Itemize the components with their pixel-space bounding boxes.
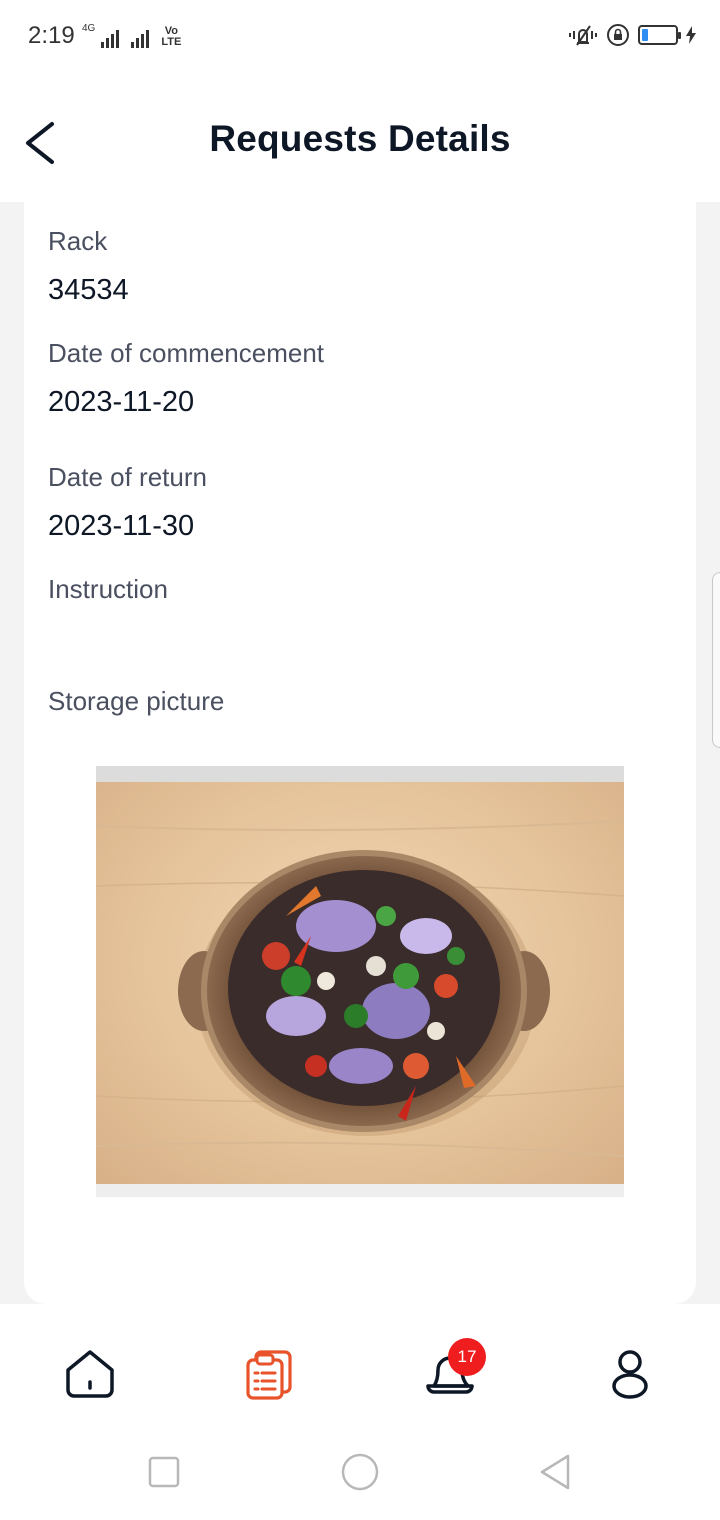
instruction-label: Instruction: [48, 574, 168, 604]
nav-home[interactable]: [60, 1342, 120, 1402]
scroll-indicator[interactable]: [712, 572, 720, 748]
back-triangle-icon: [540, 1454, 570, 1490]
storage-picture[interactable]: [96, 766, 624, 1197]
user-icon: [612, 1350, 648, 1399]
rack-value: 34534: [48, 274, 129, 306]
recent-apps-button[interactable]: [142, 1450, 186, 1494]
signal-icon: [101, 30, 120, 48]
home-system-button[interactable]: [338, 1450, 382, 1494]
vibrate-icon: [569, 25, 597, 46]
rack-label: Rack: [48, 226, 108, 256]
commencement-label: Date of commencement: [48, 338, 325, 368]
status-icons-right: [568, 22, 696, 48]
volte-icon: Vo LTE: [161, 26, 181, 48]
network-type: 4G: [82, 23, 96, 34]
home-icon: [66, 1350, 114, 1398]
status-time: 2:19: [28, 22, 75, 49]
bottom-nav: 17: [0, 1304, 720, 1422]
return-label: Date of return: [48, 462, 207, 492]
back-system-button[interactable]: [534, 1450, 578, 1494]
return-value: 2023-11-30: [48, 510, 195, 542]
volte-bottom: LTE: [161, 36, 182, 48]
status-bar: 2:19 4G Vo LTE: [0, 0, 720, 74]
storage-picture-label: Storage picture: [48, 686, 225, 716]
clipboard-list-icon: [246, 1350, 292, 1400]
request-details-card: Rack 34534 Date of commencement 2023-11-…: [24, 202, 696, 1304]
nav-requests[interactable]: [240, 1342, 300, 1402]
recent-apps-icon: [148, 1456, 180, 1488]
nav-profile[interactable]: [600, 1342, 660, 1402]
commencement-value: 2023-11-20: [48, 386, 195, 418]
home-circle-icon: [341, 1453, 379, 1491]
salad-bowl-image: [96, 766, 624, 1197]
charging-icon: [686, 26, 696, 44]
system-nav-bar: [0, 1422, 720, 1520]
network-indicators: 4G Vo LTE: [82, 22, 181, 48]
signal-icon: [131, 30, 150, 48]
notification-badge: 17: [448, 1338, 486, 1376]
lock-rotation-icon: [607, 24, 629, 46]
app-header: Requests Details: [0, 74, 720, 202]
page-title: Requests Details: [209, 118, 511, 159]
battery-icon: [638, 25, 681, 45]
